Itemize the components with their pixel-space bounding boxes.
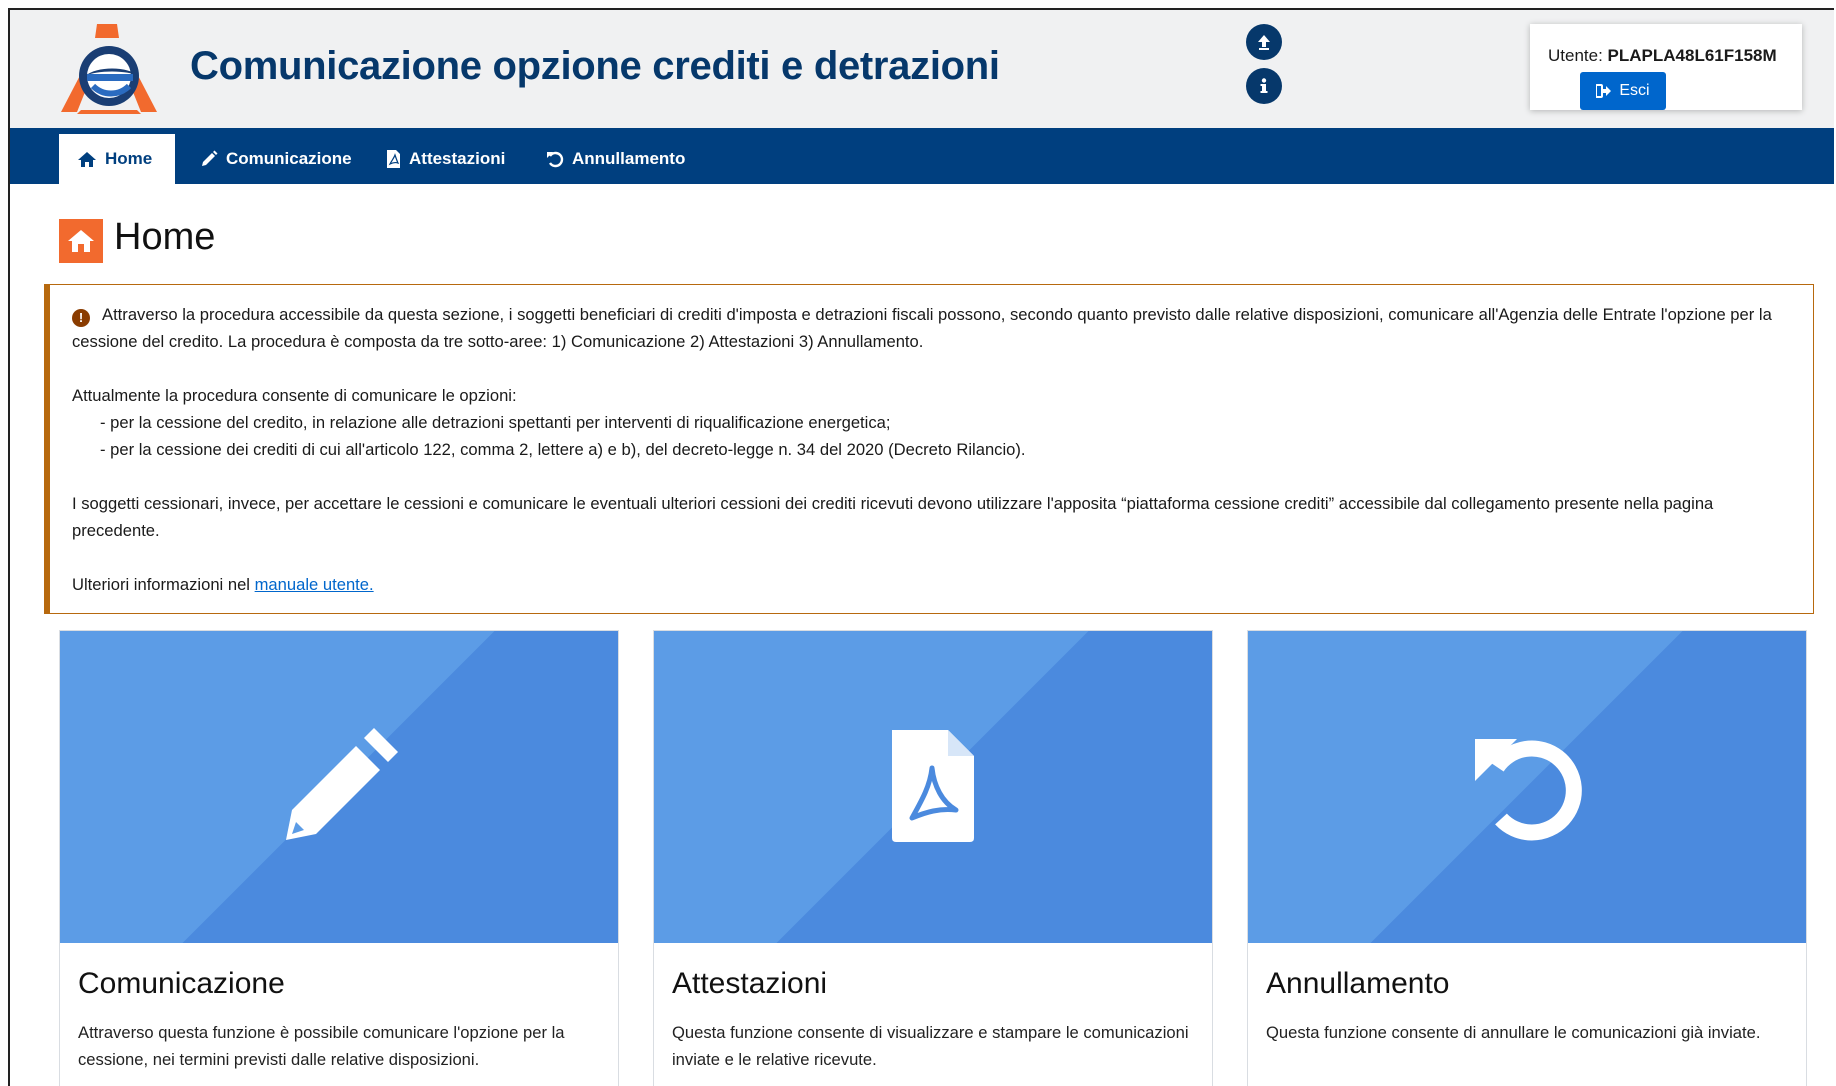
pdf-file-icon	[387, 150, 400, 168]
card-image	[654, 631, 1212, 943]
app-window: Comunicazione opzione crediti e detrazio…	[8, 8, 1834, 1086]
pdf-file-icon	[892, 730, 974, 842]
nav-label: Annullamento	[572, 149, 686, 168]
home-icon	[78, 151, 96, 167]
info-circle-icon[interactable]	[1246, 68, 1282, 104]
info-paragraph-3: I soggetti cessionari, invece, per accet…	[72, 494, 1714, 540]
card-description: Questa funzione consente di visualizzare…	[672, 1023, 1189, 1069]
pencil-icon	[286, 728, 398, 840]
undo-icon	[547, 151, 564, 168]
nav-item-attestazioni[interactable]: Attestazioni	[368, 134, 523, 184]
nav-label: Comunicazione	[226, 149, 352, 168]
nav-label: Home	[105, 149, 153, 168]
undo-icon	[1475, 739, 1582, 841]
agenzia-entrate-logo	[61, 24, 157, 114]
nav-item-home[interactable]: Home	[59, 134, 175, 184]
card-title: Annullamento	[1266, 967, 1450, 1000]
info-bullet-2: - per la cessione dei crediti di cui all…	[100, 440, 1026, 459]
card-comunicazione[interactable]: Comunicazione Attraverso questa funzione…	[59, 630, 619, 1086]
nav-label: Attestazioni	[409, 149, 506, 168]
info-bullet-1: - per la cessione del credito, in relazi…	[100, 413, 891, 432]
logout-button[interactable]: Esci	[1580, 72, 1666, 110]
card-description: Attraverso questa funzione è possibile c…	[78, 1023, 565, 1069]
nav-item-comunicazione[interactable]: Comunicazione	[182, 134, 370, 184]
info-paragraph-1: ! Attraverso la procedura accessibile da …	[72, 305, 1772, 351]
upload-circle-icon[interactable]	[1246, 24, 1282, 60]
user-panel: Utente: PLAPLA48L61F158M Esci	[1530, 24, 1802, 110]
sign-out-icon	[1596, 84, 1612, 98]
page-title: Home	[114, 216, 216, 258]
main-nav: Home Comunicazione Attestazioni Annullam…	[10, 128, 1834, 184]
exclamation-circle-icon: !	[72, 309, 90, 327]
logout-label: Esci	[1619, 82, 1650, 99]
card-image	[1248, 631, 1806, 943]
card-attestazioni[interactable]: Attestazioni Questa funzione consente di…	[653, 630, 1213, 1086]
card-title: Comunicazione	[78, 967, 285, 1000]
card-annullamento[interactable]: Annullamento Questa funzione consente di…	[1247, 630, 1807, 1086]
card-description: Questa funzione consente di annullare le…	[1266, 1023, 1761, 1042]
info-paragraph-4: Ulteriori informazioni nel manuale utent…	[72, 575, 374, 594]
app-title: Comunicazione opzione crediti e detrazio…	[190, 44, 1000, 88]
user-info: Utente: PLAPLA48L61F158M	[1548, 46, 1777, 66]
nav-item-annullamento[interactable]: Annullamento	[528, 134, 703, 184]
user-label: Utente:	[1548, 46, 1608, 65]
header: Comunicazione opzione crediti e detrazio…	[10, 10, 1834, 128]
user-code: PLAPLA48L61F158M	[1607, 46, 1777, 65]
manual-link[interactable]: manuale utente.	[255, 575, 374, 594]
card-title: Attestazioni	[672, 967, 828, 1000]
info-paragraph-2: Attualmente la procedura consente di com…	[72, 386, 517, 405]
page-home-icon	[59, 219, 103, 263]
card-image	[60, 631, 618, 943]
info-notice: ! Attraverso la procedura accessibile da …	[44, 284, 1814, 614]
pencil-icon	[202, 150, 218, 166]
